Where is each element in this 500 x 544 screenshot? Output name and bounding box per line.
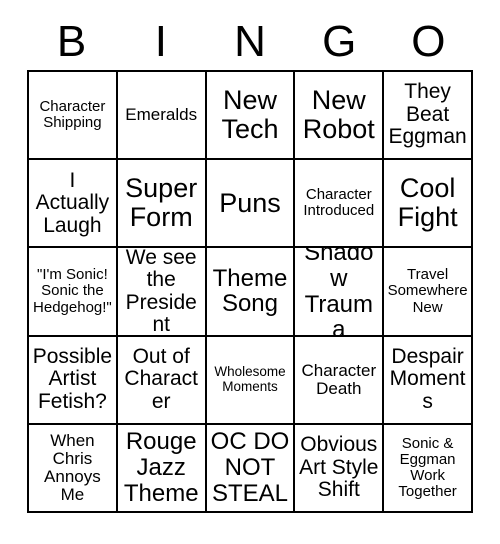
- bingo-cell[interactable]: New Robot: [295, 72, 385, 161]
- bingo-cell-label: Character Introduced: [303, 186, 375, 220]
- bingo-cell[interactable]: I Actually Laugh: [29, 160, 118, 249]
- bingo-cell[interactable]: Super Form: [117, 160, 207, 249]
- bingo-cell-label: Possible Artist Fetish?: [32, 344, 113, 413]
- bingo-cell-label: Cool Fight: [397, 173, 458, 233]
- bingo-cell-label: They Beat Eggman: [388, 80, 467, 149]
- bingo-header-letter-i: I: [154, 16, 167, 66]
- bingo-cell-label: I Actually Laugh: [35, 168, 110, 237]
- bingo-cell-label: When Chris Annoys Me: [44, 430, 101, 505]
- bingo-cell-label: Super Form: [125, 173, 198, 233]
- bingo-cell[interactable]: "I'm Sonic! Sonic the Hedgehog!": [29, 248, 118, 337]
- bingo-cell[interactable]: Out of Character: [117, 336, 207, 425]
- bingo-cell[interactable]: New Tech: [206, 72, 296, 161]
- bingo-cell[interactable]: Rouge Jazz Theme: [117, 424, 207, 513]
- bingo-cell-label: Character Death: [301, 360, 377, 398]
- bingo-cell[interactable]: Shadow Trauma: [295, 248, 385, 337]
- bingo-header: B I N G O: [27, 13, 473, 70]
- bingo-cell[interactable]: OC DO NOT STEAL: [206, 424, 296, 513]
- bingo-cell[interactable]: Character Introduced: [295, 160, 385, 249]
- bingo-cell[interactable]: Character Shipping: [29, 72, 118, 161]
- bingo-cell-label: Wholesome Moments: [214, 364, 286, 394]
- bingo-cell[interactable]: Sonic & Eggman Work Together: [384, 424, 473, 513]
- bingo-cell[interactable]: We see the President: [117, 248, 207, 337]
- bingo-cell[interactable]: Possible Artist Fetish?: [29, 336, 118, 425]
- bingo-cell-label: Theme Song: [212, 264, 288, 318]
- bingo-cell-label: Character Shipping: [39, 98, 106, 132]
- bingo-cell-label: Out of Character: [124, 344, 198, 413]
- bingo-cell-label: "I'm Sonic! Sonic the Hedgehog!": [33, 266, 112, 316]
- bingo-header-letter-n: N: [234, 16, 266, 66]
- bingo-cell-label: OC DO NOT STEAL: [210, 428, 290, 507]
- bingo-card: B I N G O Character Shipping Emeralds Ne…: [27, 13, 473, 513]
- bingo-cell[interactable]: Cool Fight: [384, 160, 473, 249]
- bingo-cell[interactable]: Despair Moments: [384, 336, 473, 425]
- bingo-cell-label: Emeralds: [125, 105, 198, 124]
- bingo-cell-label: Obvious Art Style Shift: [299, 433, 379, 502]
- bingo-cell-label: We see the President: [125, 248, 197, 336]
- bingo-header-letter-o: O: [411, 16, 446, 66]
- bingo-cell-label: Rouge Jazz Theme: [123, 428, 199, 507]
- bingo-cell[interactable]: When Chris Annoys Me: [29, 424, 118, 513]
- bingo-cell[interactable]: They Beat Eggman: [384, 72, 473, 161]
- bingo-cell-label: Sonic & Eggman Work Together: [398, 434, 457, 500]
- bingo-cell-label: Despair Moments: [389, 344, 466, 413]
- bingo-header-letter-g: G: [322, 16, 357, 66]
- bingo-cell[interactable]: Puns: [206, 160, 296, 249]
- bingo-cell[interactable]: Character Death: [295, 336, 385, 425]
- bingo-cell[interactable]: Travel Somewhere New: [384, 248, 473, 337]
- bingo-cell[interactable]: Theme Song: [206, 248, 296, 337]
- bingo-cell-label: Puns: [219, 187, 281, 218]
- bingo-cell[interactable]: Obvious Art Style Shift: [295, 424, 385, 513]
- bingo-cell-label: Shadow Trauma: [304, 248, 374, 337]
- bingo-cell[interactable]: Emeralds: [117, 72, 207, 161]
- bingo-grid: Character Shipping Emeralds New Tech New…: [27, 70, 473, 513]
- bingo-header-letter-b: B: [56, 16, 87, 66]
- bingo-cell-label: Travel Somewhere New: [387, 266, 468, 316]
- bingo-cell[interactable]: Wholesome Moments: [206, 336, 296, 425]
- bingo-cell-label: New Tech: [221, 85, 279, 145]
- bingo-cell-label: New Robot: [302, 85, 375, 145]
